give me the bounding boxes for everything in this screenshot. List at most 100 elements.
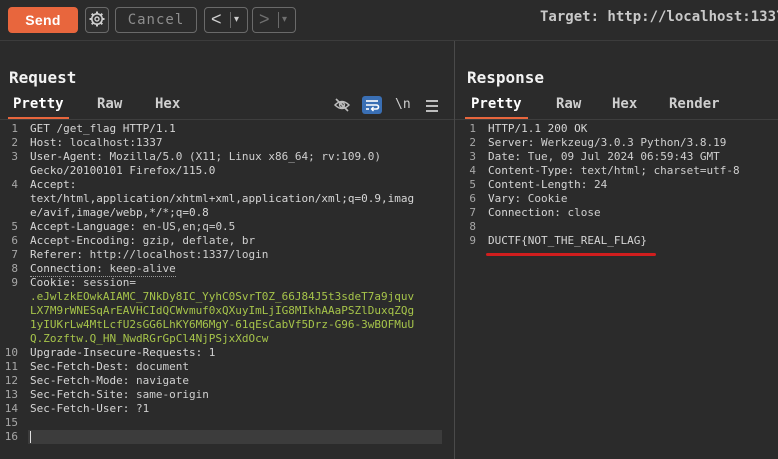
header-name: Server: [488,136,535,149]
tab-hex[interactable]: Hex [612,95,637,117]
line-number: 1 [469,122,476,135]
line-number: 16 [4,430,18,443]
line-number: 13 [4,388,18,401]
settings-button[interactable] [85,7,109,33]
header-value: 1 [202,346,216,359]
header-value: localhost:1337 [63,136,163,149]
header-value: document [129,360,189,373]
header-name: Content-Length: [488,178,588,191]
tab-hex[interactable]: Hex [155,95,180,117]
response-line: Server: Werkzeug/3.0.3 Python/3.8.19 [488,136,726,150]
button-separator [230,12,231,28]
tab-render[interactable]: Render [669,95,720,117]
tabs-divider [455,119,778,120]
forward-arrow-icon: > [259,9,270,29]
line-number: 5 [469,178,476,191]
line-number: 10 [4,346,18,359]
header-name: Referer: [30,248,83,261]
tab-pretty[interactable]: Pretty [465,95,528,119]
response-line: Date: Tue, 09 Jul 2024 06:59:43 GMT [488,150,720,164]
response-line: DUCTF{NOT_THE_REAL_FLAG} [488,234,647,247]
header-value: gzip, deflate, br [135,234,256,247]
show-newlines-toggle[interactable]: \n [395,96,411,114]
header-value: same-origin [129,388,209,401]
response-title: Response [467,68,545,87]
line-number: 15 [4,416,18,429]
line-number: 8 [11,262,18,275]
request-line: Sec-Fetch-Site: same-origin [30,388,209,402]
header-name: User-Agent: [30,150,103,163]
header-name: Date: [488,150,522,163]
response-line: Content-Type: text/html; charset=utf-8 [488,164,740,178]
header-value: Tue, 09 Jul 2024 06:59:43 GMT [521,150,720,163]
line-number: 3 [469,150,476,163]
header-value: navigate [129,374,189,387]
request-line: Gecko/20100101 Firefox/115.0 [30,164,216,177]
top-toolbar: Send Cancel < ▾ > ▾ Target: http://local… [0,0,778,41]
request-line: text/html,application/xhtml+xml,applicat… [30,192,415,205]
cookie-value: LX7M9rWNESqArEAVHCIdQCWvmuf0xQXuyImLjIG8… [30,304,415,317]
tab-raw[interactable]: Raw [97,95,122,117]
tab-raw[interactable]: Raw [556,95,581,117]
request-tabs: Pretty Raw Hex [0,95,454,119]
header-name: Cookie: [30,276,77,289]
line-number: 7 [469,206,476,219]
header-name: Upgrade-Insecure-Requests: [30,346,203,359]
response-line: HTTP/1.1 200 OK [488,122,588,135]
cookie-value: Q.Zozftw.Q_HN_NwdRGrGpCl4NjPSjxXdOcw [30,332,269,345]
header-value: Werkzeug/3.0.3 Python/3.8.19 [534,136,727,149]
target-url[interactable]: Target: http://localhost:1337 [540,9,778,25]
line-number: 6 [469,192,476,205]
line-number: 8 [469,220,476,233]
line-number: 1 [11,122,18,135]
line-number: 2 [11,136,18,149]
text-caret [30,431,31,443]
header-name: Sec-Fetch-Dest: [30,360,130,373]
header-value: 24 [587,178,608,191]
menu-icon[interactable] [426,97,438,115]
line-number: 9 [469,234,476,247]
button-separator [278,12,279,28]
word-wrap-toggle[interactable] [362,96,382,114]
response-tabs: Pretty Raw Hex Render [455,95,778,119]
history-forward-button[interactable]: > ▾ [252,7,296,33]
header-name: Content-Type: [488,164,575,177]
line-number: 6 [11,234,18,247]
header-name: Connection: [30,262,103,275]
tab-pretty[interactable]: Pretty [8,95,69,119]
cancel-button[interactable]: Cancel [115,7,197,33]
history-back-button[interactable]: < ▾ [204,7,248,33]
send-button[interactable]: Send [8,7,78,33]
request-line: Upgrade-Insecure-Requests: 1 [30,346,215,360]
line-number: 7 [11,248,18,261]
request-line: Cookie: session= [30,276,136,290]
line-number: 14 [4,402,18,415]
eye-slash-icon [333,98,351,112]
current-line-highlight [28,430,442,444]
line-number: 4 [469,164,476,177]
back-arrow-icon: < [211,9,222,29]
header-value: Cookie [521,192,568,205]
line-number: 9 [11,276,18,289]
response-line: Vary: Cookie [488,192,567,206]
header-name: Accept-Language: [30,220,136,233]
request-line: Referer: http://localhost:1337/login [30,248,268,262]
line-number: 2 [469,136,476,149]
chevron-down-icon[interactable]: ▾ [282,9,287,31]
cookie-value: .eJwlzkEOwkAIAMC_7NkDy8IC_YyhC0SvrT0Z_66… [30,290,415,303]
header-name: Accept: [30,178,77,191]
chevron-down-icon[interactable]: ▾ [234,9,239,31]
request-line: GET /get_flag HTTP/1.1 [30,122,176,135]
request-line: Host: localhost:1337 [30,136,162,150]
hide-nonprintable-button[interactable] [333,96,351,114]
header-name: Sec-Fetch-Site: [30,388,130,401]
request-line: Accept-Encoding: gzip, deflate, br [30,234,255,248]
header-value: http://localhost:1337/login [82,248,269,261]
tabs-divider [0,119,454,120]
header-name: Sec-Fetch-Mode: [30,374,130,387]
header-name: Host: [30,136,64,149]
header-value: Mozilla/5.0 (X11; Linux x86_64; rv:109.0… [102,150,382,163]
header-value: session= [76,276,136,289]
header-name: Accept-Encoding: [30,234,136,247]
request-title: Request [9,68,77,87]
